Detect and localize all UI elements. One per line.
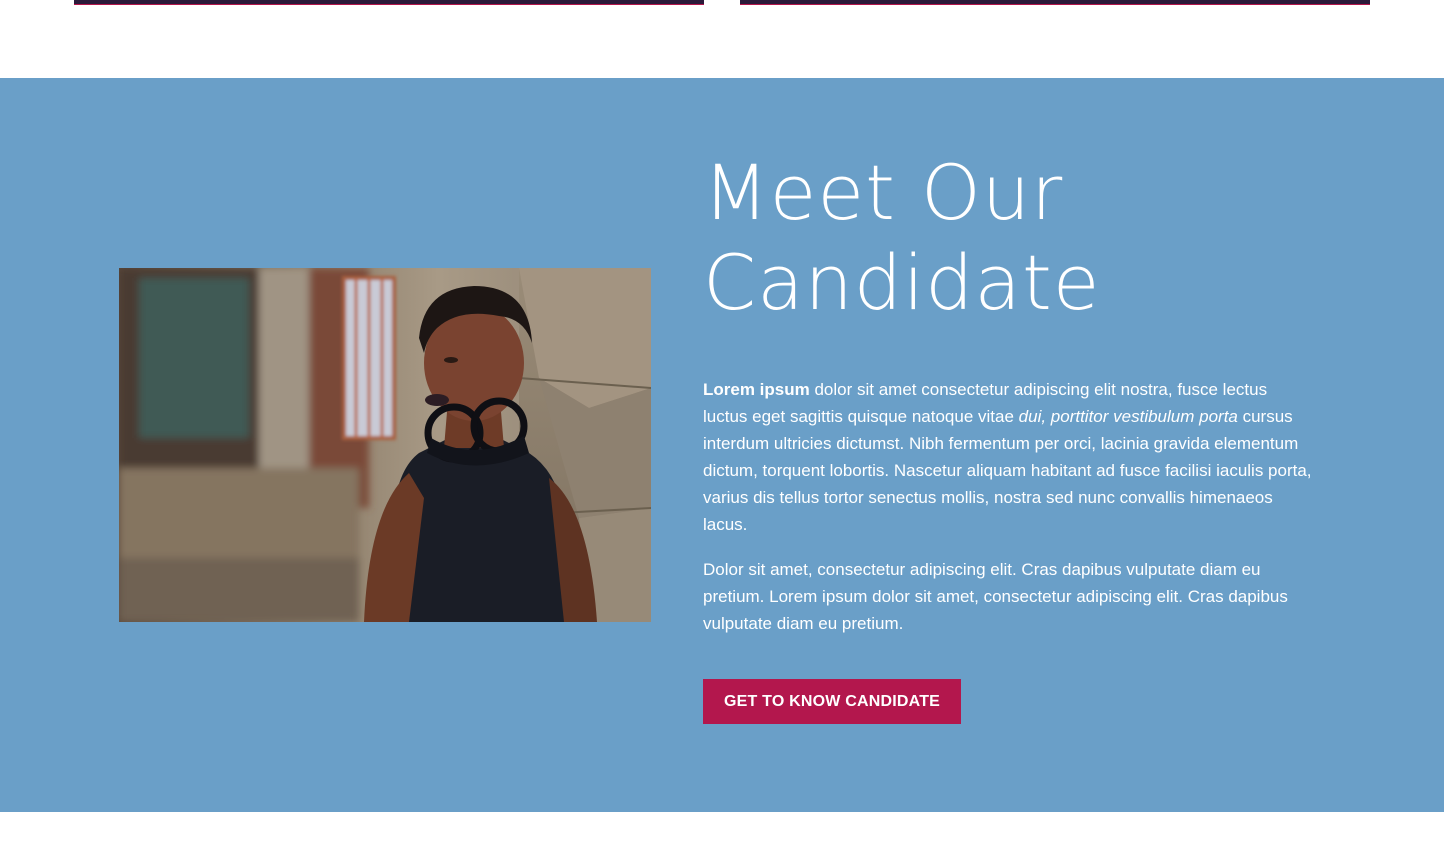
paragraph-1-bold: Lorem ipsum: [703, 380, 810, 399]
paragraph-1-italic: dui, porttitor vestibulum porta: [1018, 407, 1238, 426]
paragraph-2: Dolor sit amet, consectetur adipiscing e…: [703, 560, 1288, 633]
heading-line-2: Candidate: [703, 238, 1101, 327]
top-card-left-edge: [74, 0, 704, 5]
paragraph-1: Lorem ipsum dolor sit amet consectetur a…: [703, 376, 1315, 538]
heading-line-1: Meet Our: [703, 148, 1064, 237]
candidate-description: Lorem ipsum dolor sit amet consectetur a…: [703, 376, 1315, 655]
get-to-know-candidate-button[interactable]: GET TO KNOW CANDIDATE: [703, 679, 962, 724]
candidate-photo: [119, 268, 651, 622]
top-strip: [0, 0, 1444, 78]
top-card-right-edge: [740, 0, 1370, 5]
paragraph-1-text-b: cursus interdum ultricies dictumst. Nibh…: [703, 407, 1312, 534]
meet-candidate-section: Meet Our Candidate Lorem ipsum dolor sit…: [0, 78, 1444, 812]
section-heading: Meet Our Candidate: [703, 148, 1323, 328]
